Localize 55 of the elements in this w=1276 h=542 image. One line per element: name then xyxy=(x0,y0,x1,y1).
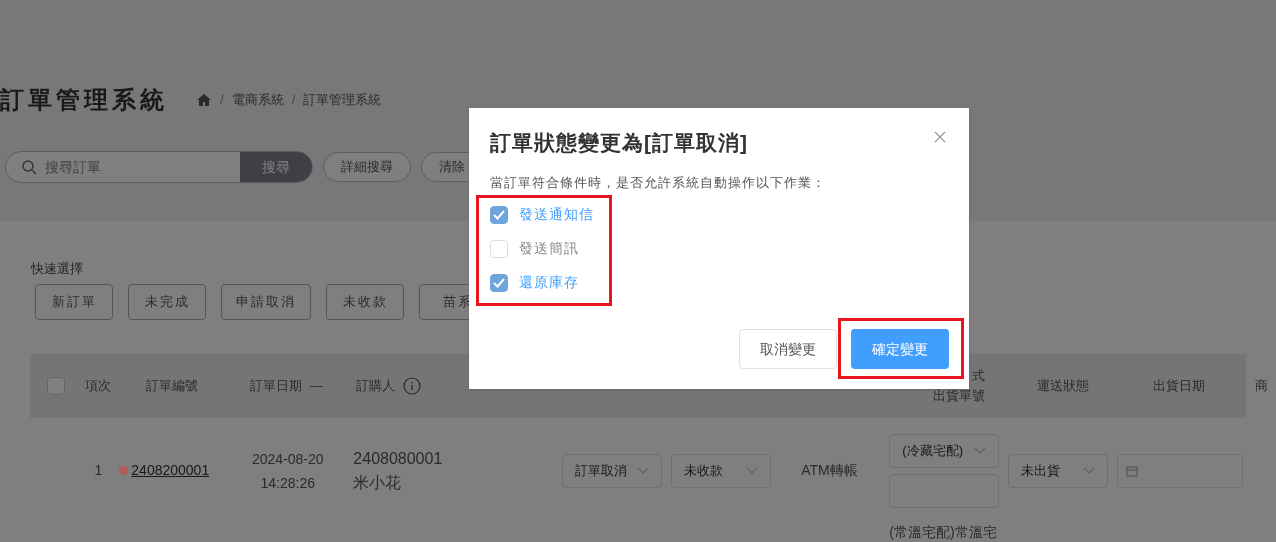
column-header[interactable]: 項次 xyxy=(85,375,111,396)
order-number-link[interactable]: 2408200001 xyxy=(131,460,210,481)
column-header[interactable]: 出貨日期 xyxy=(1153,375,1205,396)
column-header: 式 xyxy=(972,367,985,385)
chevron-down-icon xyxy=(637,466,650,475)
table-cell-text: 2024-08-20 xyxy=(251,449,324,469)
option-label[interactable]: 發送通知信 xyxy=(519,204,594,225)
option-label[interactable]: 還原庫存 xyxy=(519,272,579,293)
sort-indicator[interactable]: — xyxy=(310,375,323,396)
quick-select-button[interactable]: 新訂單 xyxy=(35,283,113,320)
info-icon[interactable] xyxy=(403,376,421,395)
confirm-button[interactable]: 確定變更 xyxy=(851,329,949,369)
column-header: 出貨單號 xyxy=(933,386,985,405)
option-checkbox[interactable] xyxy=(490,205,508,224)
quick-select-button[interactable]: 申請取消 xyxy=(221,283,311,320)
column-header[interactable]: 運送狀態 xyxy=(1037,375,1089,396)
chevron-down-icon xyxy=(974,446,987,455)
page-title: 訂單管理系統 xyxy=(0,85,168,115)
column-header[interactable]: 訂單編號 xyxy=(146,375,198,396)
table-cell-text: 14:28:26 xyxy=(260,473,315,493)
status-select[interactable]: 未收款 xyxy=(671,453,772,488)
status-select[interactable]: (冷藏宅配) xyxy=(889,433,1000,468)
status-select[interactable]: 未出貨 xyxy=(1008,453,1109,488)
breadcrumb-item[interactable]: 電商系統 xyxy=(231,90,284,110)
check-icon xyxy=(493,277,505,288)
ship-date-field[interactable] xyxy=(1117,453,1244,488)
table-cell-text: 米小花 xyxy=(353,472,403,493)
calendar-icon xyxy=(1126,464,1139,477)
chevron-down-icon xyxy=(1083,466,1096,475)
table-cell-text: 2408080001 xyxy=(353,448,444,469)
search-action-button[interactable]: 詳細搜尋 xyxy=(323,152,411,182)
column-header[interactable]: 商 xyxy=(1255,375,1268,396)
select-all-checkbox[interactable] xyxy=(47,376,65,395)
breadcrumb-item: 訂單管理系統 xyxy=(303,91,382,110)
option-label[interactable]: 發送簡訊 xyxy=(519,238,579,259)
check-icon xyxy=(493,209,505,220)
table-cell: ATM轉帳 xyxy=(801,462,858,478)
search-icon xyxy=(21,159,37,175)
column-header[interactable]: 訂購人 xyxy=(356,375,395,396)
close-icon[interactable] xyxy=(934,131,946,143)
quick-select-label: 快速選擇 xyxy=(30,260,84,278)
quick-select-button[interactable]: 未完成 xyxy=(128,283,206,320)
breadcrumb-separator: / xyxy=(291,91,296,110)
option-checkbox[interactable] xyxy=(490,273,508,292)
home-icon[interactable] xyxy=(196,93,212,107)
dialog-title: 訂單狀態變更為[訂單取消] xyxy=(490,130,748,156)
chevron-down-icon xyxy=(746,466,759,475)
status-select[interactable]: 訂單取消 xyxy=(562,453,663,488)
cancel-button[interactable]: 取消變更 xyxy=(739,329,837,369)
column-header[interactable]: 訂單日期 xyxy=(250,375,302,396)
breadcrumb-separator: / xyxy=(220,91,224,110)
table-cell: 1 xyxy=(94,462,103,478)
dialog-message: 當訂單符合條件時，是否允許系統自動操作以下作業： xyxy=(490,173,827,192)
quick-select-button[interactable]: 未收款 xyxy=(326,283,404,320)
table-cell-text: (常溫宅配)常溫宅 xyxy=(889,523,998,542)
